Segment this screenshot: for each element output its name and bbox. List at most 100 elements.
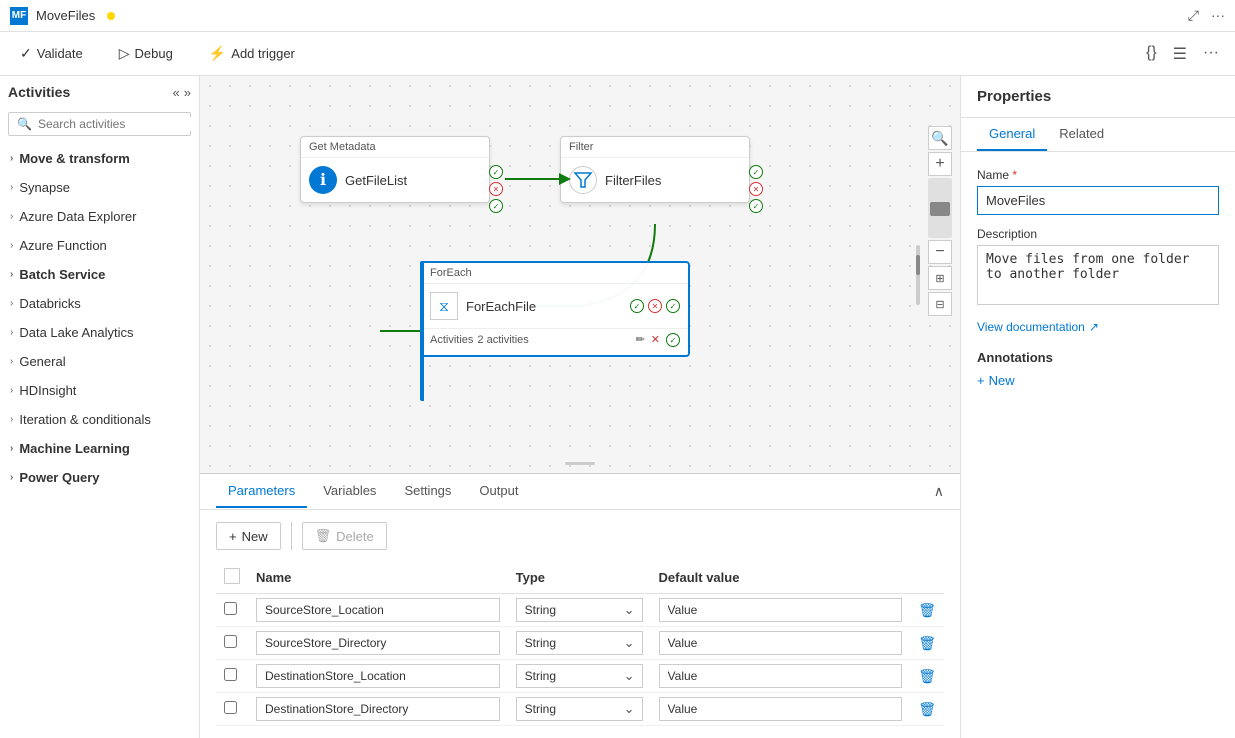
sidebar-item-label: Power Query bbox=[19, 470, 99, 485]
validate-button[interactable]: ✓ Validate bbox=[12, 41, 91, 66]
row-checkbox-1[interactable] bbox=[224, 635, 237, 648]
sidebar-item-label: Azure Function bbox=[19, 238, 106, 253]
sidebar-item-data-lake-analytics[interactable]: › Data Lake Analytics bbox=[0, 318, 199, 347]
collapse-icon[interactable]: « bbox=[173, 85, 180, 100]
tab-variables[interactable]: Variables bbox=[311, 475, 388, 508]
filter-activity[interactable]: Filter FilterFiles ✓ ✕ ✓ bbox=[560, 136, 750, 203]
delete-label: Delete bbox=[336, 529, 374, 544]
canvas[interactable]: Get Metadata ℹ GetFileList ✓ ✕ ✓ Fi bbox=[200, 76, 960, 473]
delete-row-button-3[interactable]: 🗑 bbox=[918, 701, 936, 717]
sidebar-item-synapse[interactable]: › Synapse bbox=[0, 173, 199, 202]
sidebar-item-label: Synapse bbox=[19, 180, 70, 195]
row-checkbox-2[interactable] bbox=[224, 668, 237, 681]
properties-tabs: General Related bbox=[961, 118, 1235, 152]
row-type-select-1[interactable]: String Bool Int Float Array Object Secur… bbox=[516, 631, 643, 655]
get-metadata-activity[interactable]: Get Metadata ℹ GetFileList ✓ ✕ ✓ bbox=[300, 136, 490, 203]
sidebar-item-power-query[interactable]: › Power Query bbox=[0, 463, 199, 492]
debug-label: Debug bbox=[135, 46, 173, 61]
prop-tab-related[interactable]: Related bbox=[1047, 118, 1116, 151]
filter-icon bbox=[569, 166, 597, 194]
fail-indicator: ✕ bbox=[489, 182, 503, 196]
zoom-search-icon[interactable]: 🔍 bbox=[928, 126, 952, 150]
row-checkbox-0[interactable] bbox=[224, 602, 237, 615]
delete-row-button-0[interactable]: 🗑 bbox=[918, 602, 936, 618]
validate-icon: ✓ bbox=[20, 45, 32, 62]
row-default-input-3[interactable] bbox=[659, 697, 903, 721]
row-default-input-0[interactable] bbox=[659, 598, 903, 622]
required-marker: * bbox=[1009, 168, 1017, 182]
zoom-in-button[interactable]: + bbox=[928, 152, 952, 176]
fail-indicator: ✕ bbox=[749, 182, 763, 196]
delete-parameter-button[interactable]: 🗑 Delete bbox=[302, 522, 387, 550]
more-options-icon[interactable]: ··· bbox=[1211, 7, 1225, 24]
properties-header: Properties bbox=[961, 76, 1235, 118]
search-input[interactable] bbox=[38, 117, 193, 131]
row-type-select-2[interactable]: String Bool Int Float Array Object Secur… bbox=[516, 664, 643, 688]
scroll-indicator bbox=[565, 462, 595, 465]
description-textarea[interactable]: Move files from one folder to another fo… bbox=[977, 245, 1219, 305]
zoom-out-button[interactable]: − bbox=[928, 240, 952, 264]
bottom-actions: + New 🗑 Delete bbox=[216, 522, 944, 550]
prop-tab-general[interactable]: General bbox=[977, 118, 1047, 151]
sidebar-item-machine-learning[interactable]: › Machine Learning bbox=[0, 434, 199, 463]
node-body: FilterFiles bbox=[561, 158, 749, 202]
zoom-track bbox=[928, 178, 952, 238]
list-view-icon[interactable]: ☰ bbox=[1169, 40, 1191, 68]
delete-foreach-icon[interactable]: ✕ bbox=[651, 333, 660, 347]
row-default-input-1[interactable] bbox=[659, 631, 903, 655]
add-annotation-button[interactable]: + New bbox=[977, 373, 1219, 388]
sidebar-item-label: Machine Learning bbox=[19, 441, 130, 456]
tab-settings[interactable]: Settings bbox=[392, 475, 463, 508]
chevron-icon: › bbox=[10, 327, 13, 338]
edit-foreach-icon[interactable]: ✏ bbox=[636, 333, 645, 347]
validate-label: Validate bbox=[37, 46, 83, 61]
sidebar-item-label: Data Lake Analytics bbox=[19, 325, 133, 340]
foreach-action-icons: ✏ ✕ ✓ bbox=[636, 333, 680, 347]
row-name-input-2[interactable] bbox=[256, 664, 500, 688]
expand-icon[interactable]: » bbox=[184, 85, 191, 100]
node-label: GetFileList bbox=[345, 173, 407, 188]
row-name-input-3[interactable] bbox=[256, 697, 500, 721]
sidebar-item-batch-service[interactable]: › Batch Service bbox=[0, 260, 199, 289]
row-name-input-1[interactable] bbox=[256, 631, 500, 655]
row-name-input-0[interactable] bbox=[256, 598, 500, 622]
code-view-icon[interactable]: {} bbox=[1142, 40, 1161, 68]
delete-row-button-1[interactable]: 🗑 bbox=[918, 635, 936, 651]
row-checkbox-3[interactable] bbox=[224, 701, 237, 714]
success-indicator: ✓ bbox=[489, 165, 503, 179]
view-documentation-link[interactable]: View documentation ↗ bbox=[977, 320, 1219, 334]
sidebar-item-iteration-conditionals[interactable]: › Iteration & conditionals bbox=[0, 405, 199, 434]
debug-icon: ▷ bbox=[119, 45, 130, 62]
expand-icon[interactable]: ⤢ bbox=[1188, 7, 1199, 24]
description-label: Description bbox=[977, 227, 1219, 241]
foreach-icon: ⧖ bbox=[430, 292, 458, 320]
row-default-input-2[interactable] bbox=[659, 664, 903, 688]
debug-button[interactable]: ▷ Debug bbox=[111, 41, 181, 66]
add-trigger-label: Add trigger bbox=[231, 46, 295, 61]
sidebar-item-general[interactable]: › General bbox=[0, 347, 199, 376]
tab-output[interactable]: Output bbox=[467, 475, 530, 508]
select-all-checkbox[interactable] bbox=[224, 568, 240, 584]
more-icon[interactable]: ··· bbox=[1199, 40, 1223, 68]
tab-parameters[interactable]: Parameters bbox=[216, 475, 307, 508]
sidebar-item-azure-data-explorer[interactable]: › Azure Data Explorer bbox=[0, 202, 199, 231]
add-trigger-button[interactable]: ⚡ Add trigger bbox=[201, 41, 303, 66]
name-input[interactable] bbox=[977, 186, 1219, 215]
sidebar-item-hdinsight[interactable]: › HDInsight bbox=[0, 376, 199, 405]
node-header: Filter bbox=[561, 137, 749, 158]
complete-indicator: ✓ bbox=[489, 199, 503, 213]
complete-indicator: ✓ bbox=[666, 299, 680, 313]
foreach-container[interactable]: ForEach ⧖ ForEachFile ✓ ✕ ✓ Activities 2… bbox=[420, 261, 690, 357]
row-type-select-3[interactable]: String Bool Int Float Array Object Secur… bbox=[516, 697, 643, 721]
delete-row-button-2[interactable]: 🗑 bbox=[918, 668, 936, 684]
foreach-body: ⧖ ForEachFile ✓ ✕ ✓ bbox=[422, 284, 688, 328]
sidebar-item-databricks[interactable]: › Databricks bbox=[0, 289, 199, 318]
row-type-select-0[interactable]: String Bool Int Float Array Object Secur… bbox=[516, 598, 643, 622]
layout-button[interactable]: ⊟ bbox=[928, 292, 952, 316]
fit-view-button[interactable]: ⊞ bbox=[928, 266, 952, 290]
sidebar-item-azure-function[interactable]: › Azure Function bbox=[0, 231, 199, 260]
unsaved-dot bbox=[107, 12, 115, 20]
sidebar-item-move-transform[interactable]: › Move & transform bbox=[0, 144, 199, 173]
collapse-panel-icon[interactable]: ∧ bbox=[934, 483, 944, 500]
new-parameter-button[interactable]: + New bbox=[216, 522, 281, 550]
